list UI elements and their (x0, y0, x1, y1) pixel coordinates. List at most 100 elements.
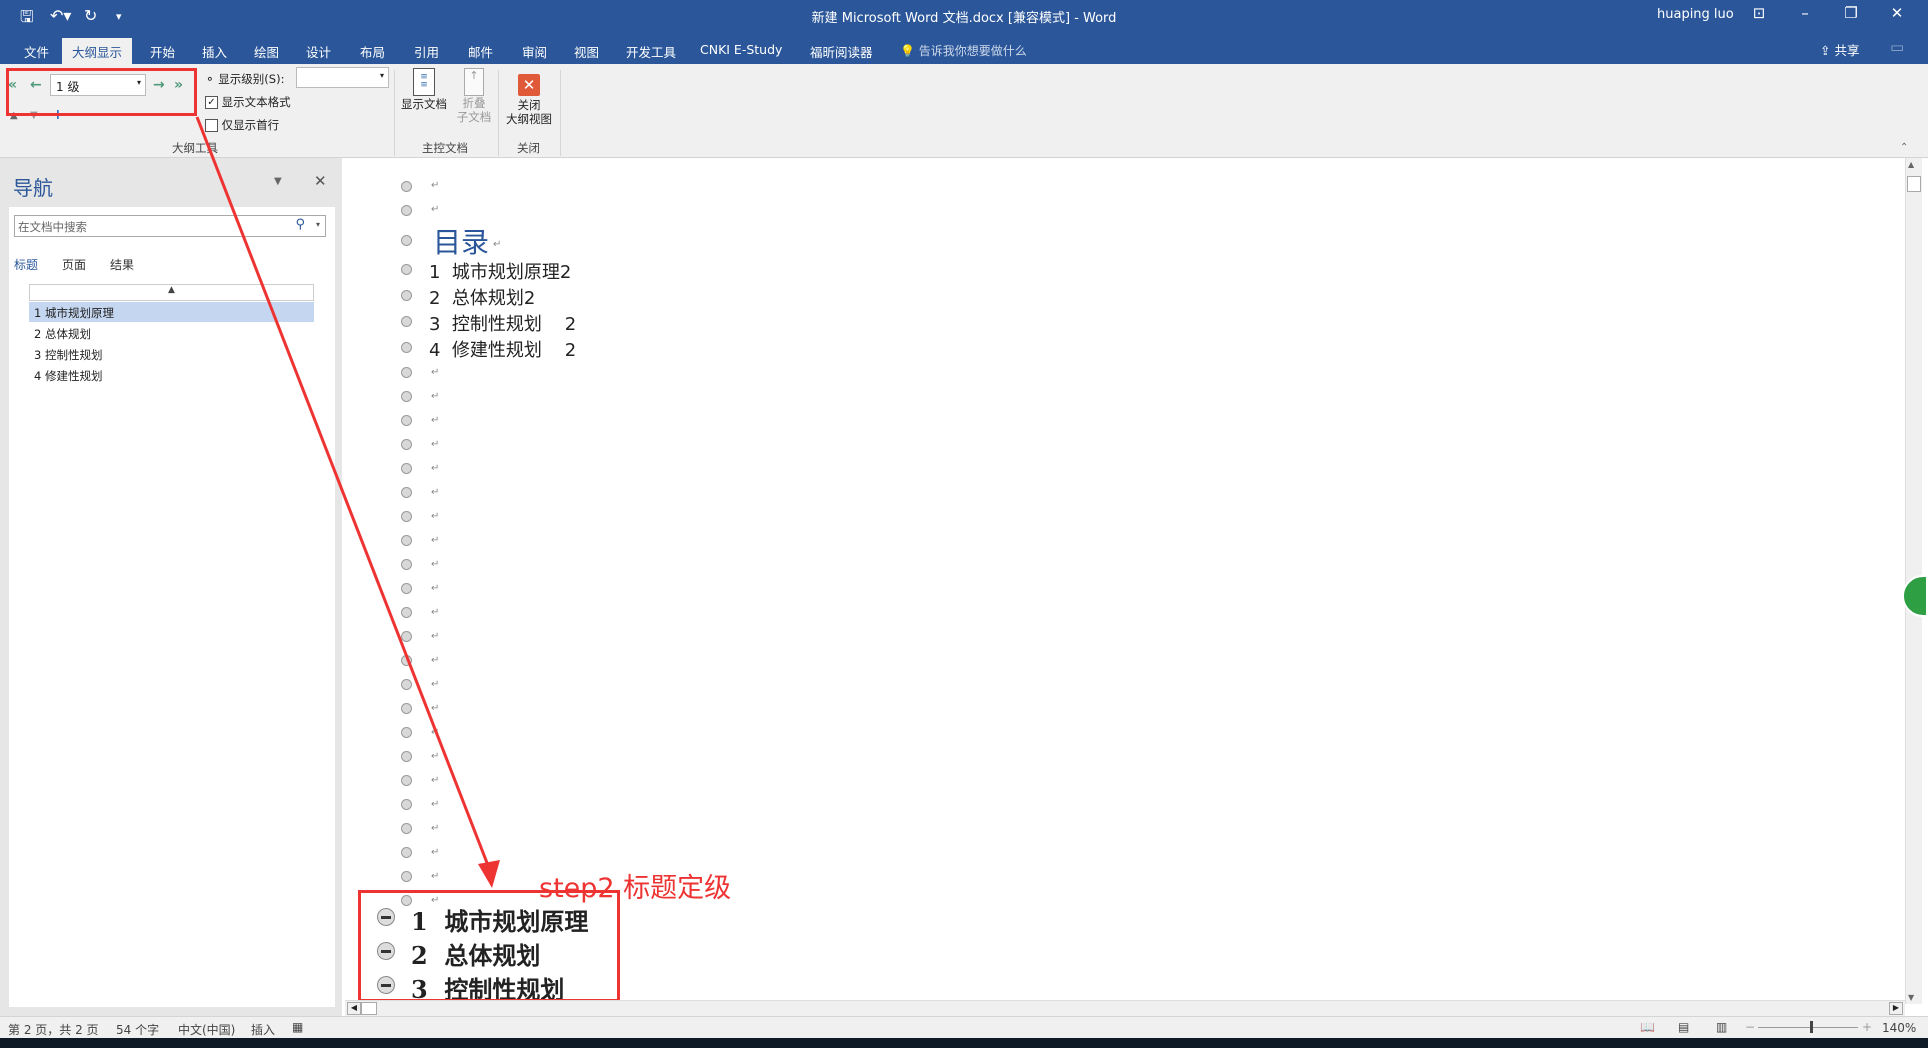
show-text-format-checkbox[interactable]: ✓ 显示文本格式 (205, 94, 291, 110)
tab-11[interactable]: 开发工具 (616, 38, 686, 64)
empty-bullet-icon[interactable] (401, 264, 412, 275)
empty-bullet-icon[interactable] (401, 631, 412, 642)
empty-bullet-icon[interactable] (401, 316, 412, 327)
tab-9[interactable]: 审阅 (512, 38, 557, 64)
tab-13[interactable]: 福昕阅读器 (800, 38, 883, 64)
print-layout-icon[interactable]: ▤ (1678, 1020, 1689, 1034)
tab-4[interactable]: 绘图 (244, 38, 289, 64)
nav-tab-1[interactable]: 页面 (62, 256, 86, 273)
nav-options-icon[interactable]: ▼ (274, 176, 282, 187)
empty-bullet-icon[interactable] (401, 367, 412, 378)
tell-me-search[interactable]: 💡 告诉我你想要做什么 (900, 42, 1027, 59)
web-layout-icon[interactable]: ▥ (1716, 1020, 1727, 1034)
tab-6[interactable]: 布局 (350, 38, 395, 64)
show-first-line-checkbox[interactable]: 仅显示首行 (205, 117, 279, 133)
page-count[interactable]: 第 2 页，共 2 页 (8, 1021, 99, 1038)
empty-bullet-icon[interactable] (401, 290, 412, 301)
toc-entry[interactable]: 4 修建性规划 2 (429, 336, 576, 362)
tab-1[interactable]: 大纲显示 (62, 38, 133, 64)
empty-bullet-icon[interactable] (401, 559, 412, 570)
empty-bullet-icon[interactable] (401, 415, 412, 426)
empty-bullet-icon[interactable] (401, 823, 412, 834)
insert-mode[interactable]: 插入 (251, 1021, 275, 1038)
empty-bullet-icon[interactable] (401, 775, 412, 786)
share-button[interactable]: ⇪ 共享 (1820, 40, 1859, 59)
nav-tab-2[interactable]: 结果 (110, 256, 134, 273)
language[interactable]: 中文(中国) (178, 1021, 235, 1038)
tab-8[interactable]: 邮件 (458, 38, 503, 64)
master-document-group-label: 主控文档 (422, 141, 468, 155)
toc-entry[interactable]: 1 城市规划原理2 (429, 258, 571, 284)
tab-10[interactable]: 视图 (564, 38, 609, 64)
nav-close-icon[interactable]: ✕ (314, 172, 327, 190)
zoom-in-icon[interactable]: + (1862, 1020, 1872, 1034)
empty-bullet-icon[interactable] (401, 583, 412, 594)
empty-bullet-icon[interactable] (401, 342, 412, 353)
search-dropdown-icon[interactable]: ▾ (316, 220, 320, 229)
show-document-button[interactable]: ≡ ≡ 显示文档 (400, 68, 448, 112)
horizontal-scrollbar[interactable]: ◀ ▶ (345, 1000, 1905, 1016)
read-mode-icon[interactable]: 📖 (1640, 1020, 1655, 1034)
toc-entry[interactable]: 2 总体规划2 (429, 284, 535, 310)
paragraph-mark: ↵ (431, 487, 440, 498)
close-outline-view-button[interactable]: ✕ 关闭 大纲视图 (502, 74, 556, 126)
empty-bullet-icon[interactable] (401, 511, 412, 522)
nav-heading-item[interactable]: 2 总体规划 (29, 323, 314, 343)
user-name[interactable]: huaping luo (1657, 7, 1734, 22)
paragraph-mark: ↵ (431, 727, 440, 738)
empty-bullet-icon[interactable] (401, 751, 412, 762)
word-count[interactable]: 54 个字 (116, 1021, 159, 1038)
empty-bullet-icon[interactable] (401, 655, 412, 666)
collapse-subdocuments-button[interactable]: ↑ 折叠 子文档 (452, 68, 496, 124)
tab-2[interactable]: 开始 (140, 38, 185, 64)
tab-7[interactable]: 引用 (404, 38, 449, 64)
show-level-select[interactable]: ▾ (296, 67, 389, 88)
empty-bullet-icon[interactable] (401, 235, 412, 246)
divider (498, 70, 499, 156)
nav-heading-item[interactable]: 3 控制性规划 (29, 344, 314, 364)
scroll-thumb[interactable] (1907, 176, 1921, 192)
empty-bullet-icon[interactable] (401, 847, 412, 858)
empty-bullet-icon[interactable] (401, 463, 412, 474)
empty-bullet-icon[interactable] (401, 205, 412, 216)
nav-tab-0[interactable]: 标题 (14, 256, 38, 273)
nav-heading-item[interactable]: 1 城市规划原理 (29, 302, 314, 322)
zoom-slider[interactable] (1758, 1027, 1858, 1028)
empty-bullet-icon[interactable] (401, 607, 412, 618)
search-icon[interactable]: ⚲ (295, 217, 305, 232)
title-bar: 🖫 ↶▾ ↻ ▾ 新建 Microsoft Word 文档.docx [兼容模式… (0, 0, 1928, 64)
show-level-text: 显示级别(S): (218, 72, 285, 86)
empty-bullet-icon[interactable] (401, 679, 412, 690)
close-icon[interactable]: ✕ (1882, 4, 1912, 22)
zoom-slider-thumb[interactable] (1810, 1021, 1813, 1033)
paragraph-mark: ↵ (431, 751, 440, 762)
zoom-level[interactable]: 140% (1882, 1021, 1916, 1035)
tab-5[interactable]: 设计 (296, 38, 341, 64)
comments-icon[interactable]: ▭ (1890, 38, 1904, 56)
restore-icon[interactable]: ❐ (1836, 4, 1866, 22)
empty-bullet-icon[interactable] (401, 535, 412, 546)
nav-search-input[interactable]: 在文档中搜索 ⚲ ▾ (14, 215, 326, 237)
tab-0[interactable]: 文件 (14, 38, 59, 64)
empty-bullet-icon[interactable] (401, 181, 412, 192)
nav-heading-item[interactable]: 4 修建性规划 (29, 365, 314, 385)
zoom-out-icon[interactable]: − (1745, 1020, 1755, 1034)
empty-bullet-icon[interactable] (401, 703, 412, 714)
collapse-ribbon-icon[interactable]: ⌃ (1900, 142, 1908, 153)
collapse-all-bar[interactable]: ▲ (29, 284, 314, 301)
toc-entry[interactable]: 3 控制性规划 2 (429, 310, 576, 336)
tab-3[interactable]: 插入 (192, 38, 237, 64)
empty-bullet-icon[interactable] (401, 871, 412, 882)
minimize-icon[interactable]: – (1790, 4, 1820, 22)
macro-record-icon[interactable]: ▦ (292, 1020, 303, 1034)
empty-bullet-icon[interactable] (401, 799, 412, 810)
tab-12[interactable]: CNKI E-Study (690, 38, 792, 64)
empty-bullet-icon[interactable] (401, 487, 412, 498)
document-area[interactable]: ↵ ↵ 目录 ↵ 1 城市规划原理2 2 总体规划2 3 控制性规划 24 修建性规划 2 ↵… (345, 158, 1905, 1004)
empty-bullet-icon[interactable] (401, 727, 412, 738)
empty-bullet-icon[interactable] (401, 391, 412, 402)
ribbon-display-icon[interactable]: ⊡ (1744, 4, 1774, 22)
empty-bullet-icon[interactable] (401, 439, 412, 450)
hscroll-thumb[interactable] (361, 1002, 377, 1015)
status-bar: 第 2 页，共 2 页 54 个字 中文(中国) 插入 ▦ 📖 ▤ ▥ − + … (0, 1016, 1928, 1038)
